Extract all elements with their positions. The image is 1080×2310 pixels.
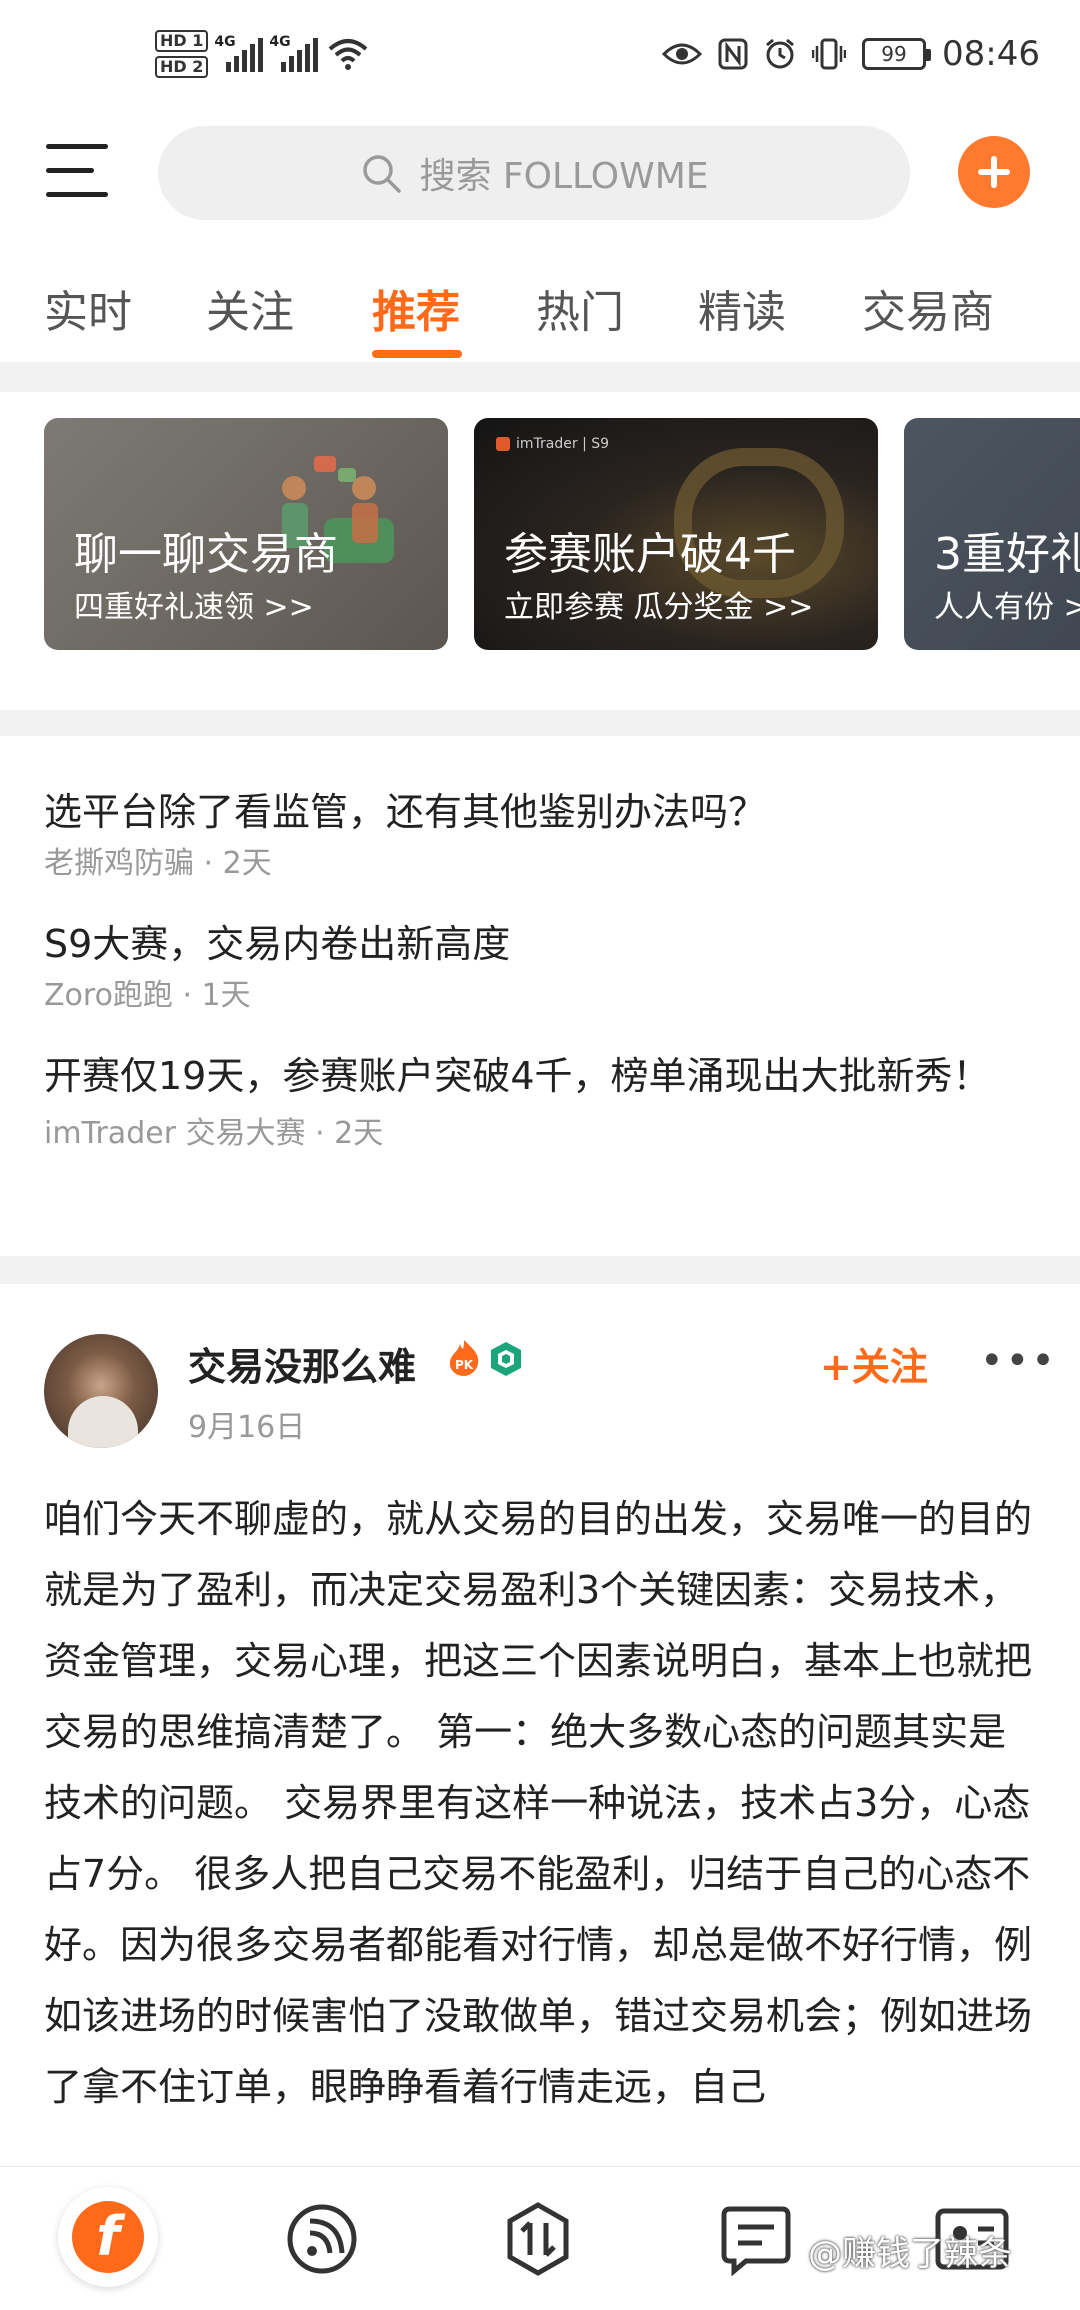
- divider: [0, 710, 1080, 736]
- home-icon[interactable]: f: [58, 2187, 158, 2287]
- imtrader-logo: imTrader | S9: [496, 436, 609, 452]
- net2-label: 4G: [269, 34, 291, 50]
- article-title: 选平台除了看监管，还有其他鉴别办法吗？: [44, 790, 767, 834]
- banner-carousel: 聊一聊交易商 四重好礼速领 >> imTrader | S9 参赛账户破4千 立…: [0, 392, 1080, 710]
- tab-featured[interactable]: 精读: [698, 276, 786, 340]
- home-glyph: f: [72, 2201, 144, 2273]
- active-tab-indicator: [372, 350, 462, 358]
- author-name[interactable]: 交易没那么难: [188, 1336, 416, 1391]
- article-meta: 老撕鸡防骗 · 2天: [44, 846, 272, 881]
- battery-level: 99: [881, 42, 907, 66]
- alarm-icon: [766, 38, 794, 69]
- status-bar: HD 1 HD 2 4G 4G 99 08:46: [0, 0, 1080, 120]
- clock: 08:46: [942, 34, 1040, 74]
- tab-recommended[interactable]: 推荐: [372, 276, 460, 340]
- menu-icon[interactable]: [46, 144, 108, 200]
- divider: [0, 1256, 1080, 1284]
- battery-icon: 99: [862, 38, 932, 70]
- banner-subtitle: 人人有份 >>: [934, 590, 1080, 625]
- status-icons: 99 08:46: [662, 34, 1040, 74]
- article-title: 开赛仅19天，参赛账户突破4千，榜单涌现出大批新秀！: [44, 1054, 991, 1098]
- message-icon[interactable]: [706, 2199, 806, 2279]
- hd-indicators: HD 1 HD 2: [155, 30, 209, 78]
- watermark: @赚钱了辣条: [808, 2234, 1012, 2274]
- banner-subtitle: 立即参赛 瓜分奖金 >>: [504, 590, 814, 625]
- article-meta: imTrader 交易大赛 · 2天: [44, 1116, 384, 1151]
- article-meta: Zoro跑跑 · 1天: [44, 978, 251, 1013]
- banner-subtitle: 四重好礼速领 >>: [74, 590, 314, 625]
- banner-card[interactable]: 聊一聊交易商 四重好礼速领 >>: [44, 418, 448, 650]
- nfc-icon: [718, 38, 748, 70]
- signal-2-icon: 4G: [269, 34, 319, 72]
- article-title: S9大赛，交易内卷出新高度: [44, 922, 511, 966]
- wifi-icon: [329, 39, 368, 70]
- list-item[interactable]: S9大赛，交易内卷出新高度 Zoro跑跑 · 1天: [44, 912, 1044, 1014]
- category-tabs: 实时 关注 推荐 热门 精读 交易商: [0, 270, 1080, 362]
- avatar[interactable]: [44, 1334, 158, 1448]
- banner-title: 聊一聊交易商: [74, 529, 338, 580]
- divider: [0, 362, 1080, 392]
- tab-hot[interactable]: 热门: [536, 276, 624, 340]
- feed-post: 交易没那么难 PK 9月16日 +关注 ••• 咱们今天不聊虚的，就从交易的目的…: [0, 1284, 1080, 2169]
- trade-icon[interactable]: [488, 2199, 588, 2279]
- hd2-label: HD 2: [155, 56, 209, 78]
- post-date: 9月16日: [188, 1410, 306, 1445]
- list-item[interactable]: 选平台除了看监管，还有其他鉴别办法吗？ 老撕鸡防骗 · 2天: [44, 780, 1044, 882]
- signal-1-icon: 4G: [214, 34, 264, 72]
- search-icon: [363, 155, 402, 193]
- signal-group: HD 1 HD 2 4G 4G: [155, 30, 368, 78]
- tab-following[interactable]: 关注: [206, 276, 294, 340]
- banner-title: 参赛账户破4千: [504, 529, 796, 580]
- feed-icon[interactable]: [272, 2199, 372, 2279]
- list-item[interactable]: 开赛仅19天，参赛账户突破4千，榜单涌现出大批新秀！ imTrader 交易大赛…: [44, 1044, 1044, 1152]
- top-bar: 搜索 FOLLOWME: [0, 126, 1080, 226]
- tab-realtime[interactable]: 实时: [44, 276, 132, 340]
- pk-badge-icon: PK: [449, 1340, 479, 1376]
- eye-icon: [662, 43, 703, 65]
- search-input[interactable]: 搜索 FOLLOWME: [158, 126, 910, 220]
- add-post-button[interactable]: [958, 136, 1030, 208]
- post-body[interactable]: 咱们今天不聊虚的，就从交易的目的出发，交易唯一的目的就是为了盈利，而决定交易盈利…: [44, 1484, 1044, 2123]
- verified-badge-icon: [491, 1342, 521, 1376]
- banner-card[interactable]: imTrader | S9 参赛账户破4千 立即参赛 瓜分奖金 >>: [474, 418, 878, 650]
- more-options-icon[interactable]: •••: [980, 1338, 1057, 1384]
- follow-button[interactable]: +关注: [820, 1336, 928, 1391]
- pk-badge-text: PK: [455, 1358, 474, 1372]
- search-placeholder: 搜索 FOLLOWME: [419, 156, 709, 197]
- vibrate-icon: [812, 38, 847, 70]
- banner-card[interactable]: 3重好礼 人人有份 >>: [904, 418, 1080, 650]
- hd1-label: HD 1: [155, 30, 209, 52]
- banner-logo-text: imTrader | S9: [516, 436, 610, 452]
- net1-label: 4G: [214, 34, 236, 50]
- tab-brokers[interactable]: 交易商: [862, 276, 994, 340]
- banner-title: 3重好礼: [934, 529, 1080, 580]
